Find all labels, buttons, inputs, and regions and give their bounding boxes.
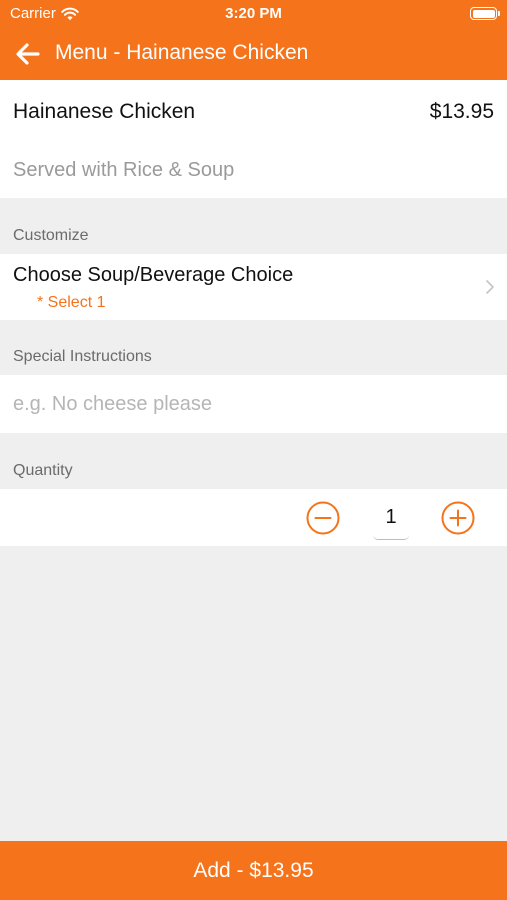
- customize-section-label: Customize: [13, 227, 89, 244]
- item-description: Served with Rice & Soup: [13, 159, 235, 181]
- app-header: Carrier 3:20 PM Menu - Hainanese Chicken: [0, 0, 507, 80]
- decrease-quantity-button[interactable]: [306, 501, 340, 535]
- battery-icon: [470, 7, 500, 20]
- status-time: 3:20 PM: [225, 5, 282, 22]
- quantity-value[interactable]: 1: [373, 497, 409, 540]
- instructions-section-label: Special Instructions: [13, 348, 152, 365]
- item-name: Hainanese Chicken: [13, 100, 196, 123]
- arrow-left-icon: [16, 43, 40, 65]
- plus-circle-icon: [441, 501, 475, 535]
- navigation-bar: Menu - Hainanese Chicken: [0, 32, 507, 76]
- soup-beverage-choice-row[interactable]: Choose Soup/Beverage Choice * Select 1: [0, 254, 507, 320]
- item-summary: Hainanese Chicken $13.95 Served with Ric…: [0, 80, 507, 198]
- quantity-section-label: Quantity: [13, 462, 73, 479]
- status-bar: Carrier 3:20 PM: [0, 0, 507, 28]
- quantity-row: 1: [0, 489, 507, 546]
- add-to-order-button[interactable]: Add - $13.95: [0, 841, 507, 900]
- special-instructions-input[interactable]: [0, 375, 507, 433]
- page-title: Menu - Hainanese Chicken: [55, 41, 309, 64]
- option-title: Choose Soup/Beverage Choice: [13, 264, 294, 286]
- special-instructions-row: [0, 375, 507, 433]
- option-requirement: * Select 1: [37, 294, 106, 311]
- item-price: $13.95: [429, 100, 494, 123]
- back-button[interactable]: [14, 40, 44, 68]
- chevron-right-icon: [486, 280, 494, 294]
- increase-quantity-button[interactable]: [441, 501, 475, 535]
- minus-circle-icon: [306, 501, 340, 535]
- battery-level-fill: [472, 9, 495, 18]
